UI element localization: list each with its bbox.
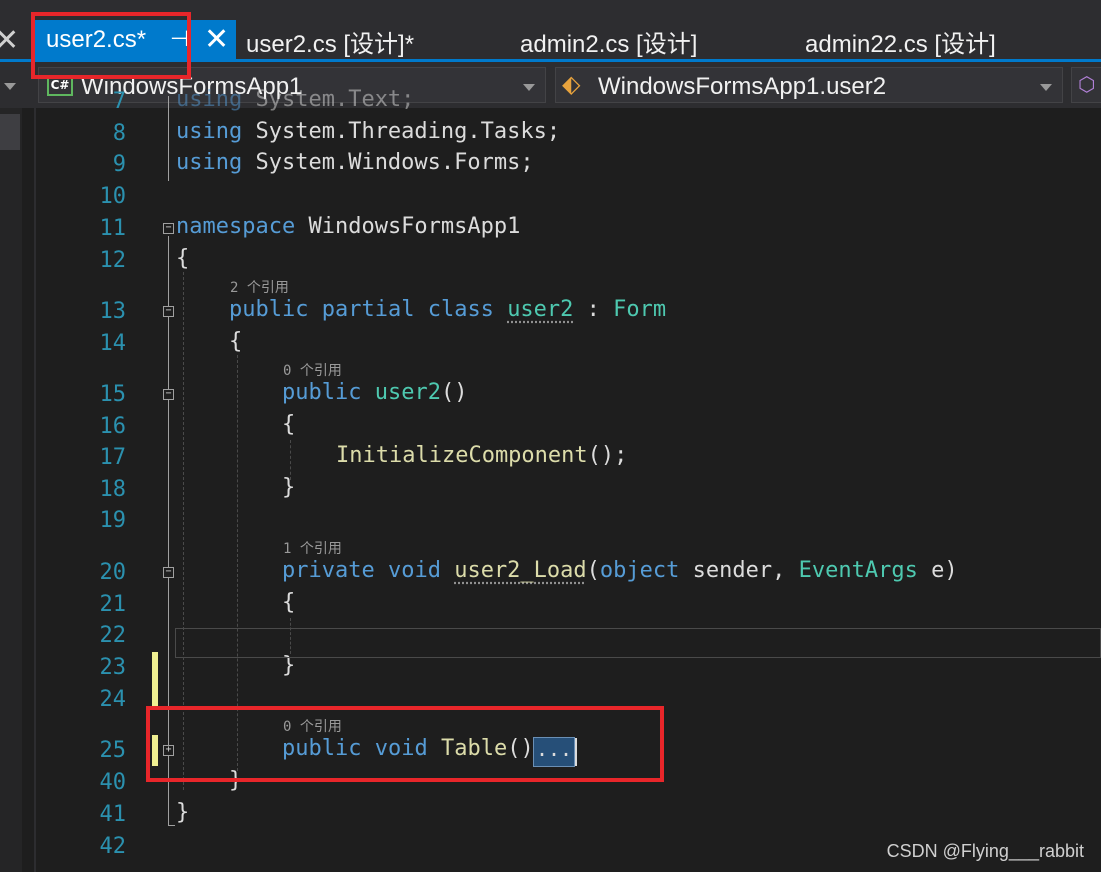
codelens-references[interactable]: 1 个引用 bbox=[283, 538, 342, 558]
line-number: 14 bbox=[99, 331, 127, 356]
line-number: 9 bbox=[112, 152, 126, 177]
side-panel-item[interactable] bbox=[0, 114, 20, 150]
chevron-down-icon bbox=[4, 83, 16, 90]
code-line: { bbox=[282, 412, 296, 437]
codelens-references[interactable]: 0 个引用 bbox=[283, 360, 342, 380]
tab-close-icon[interactable]: ✕ bbox=[204, 22, 229, 57]
code-line: public user2() bbox=[282, 380, 468, 405]
code-line: { bbox=[176, 246, 190, 271]
annotation-highlight-tab bbox=[31, 12, 191, 79]
collapse-icon[interactable]: − bbox=[163, 306, 174, 317]
code-line: private void user2_Load(object sender, E… bbox=[282, 558, 958, 583]
code-line: } bbox=[176, 800, 190, 825]
outline-line bbox=[168, 825, 175, 826]
line-number: 13 bbox=[99, 299, 127, 324]
collapse-icon[interactable]: − bbox=[163, 223, 174, 234]
change-indicator bbox=[152, 652, 158, 710]
tab-label: user2.cs [设计]* bbox=[246, 31, 415, 58]
line-number: 11 bbox=[99, 216, 127, 241]
line-number: 22 bbox=[99, 623, 127, 648]
line-number: 42 bbox=[99, 834, 127, 859]
chevron-down-icon bbox=[523, 84, 535, 91]
member-cube-icon: ⬡ bbox=[1078, 74, 1096, 96]
collapse-icon[interactable]: − bbox=[163, 567, 174, 578]
code-line: using System.Threading.Tasks; bbox=[176, 119, 561, 144]
line-number: 19 bbox=[99, 508, 127, 533]
class-icon: ⬖ bbox=[562, 71, 581, 98]
line-number: 8 bbox=[112, 121, 126, 146]
line-number: 23 bbox=[99, 655, 127, 680]
chevron-down-icon bbox=[1040, 84, 1052, 91]
code-line: namespace WindowsFormsApp1 bbox=[176, 214, 521, 239]
left-panel-dropdown[interactable] bbox=[0, 67, 22, 103]
tab-label: admin22.cs [设计] bbox=[805, 31, 996, 58]
line-number: 20 bbox=[99, 560, 127, 585]
code-line: public partial class user2 : Form bbox=[229, 297, 667, 322]
line-number: 40 bbox=[99, 770, 127, 795]
code-line: { bbox=[282, 590, 296, 615]
class-dropdown[interactable]: ⬖ WindowsFormsApp1.user2 bbox=[555, 67, 1063, 103]
line-number: 18 bbox=[99, 477, 127, 502]
code-line: using System.Windows.Forms; bbox=[176, 150, 534, 175]
line-number: 41 bbox=[99, 802, 127, 827]
outline-line bbox=[168, 96, 169, 181]
line-number: 12 bbox=[99, 248, 127, 273]
collapse-icon[interactable]: − bbox=[163, 389, 174, 400]
line-number: 15 bbox=[99, 382, 127, 407]
member-dropdown[interactable]: ⬡ bbox=[1071, 67, 1101, 103]
line-number: 7 bbox=[112, 89, 126, 114]
class-name: WindowsFormsApp1.user2 bbox=[598, 73, 887, 100]
collapsed-region-outline bbox=[175, 628, 1101, 658]
code-line: { bbox=[229, 329, 243, 354]
close-icon[interactable]: ✕ bbox=[0, 24, 19, 58]
line-number: 16 bbox=[99, 414, 127, 439]
code-line: } bbox=[282, 475, 296, 500]
line-number: 10 bbox=[99, 184, 127, 209]
tab-label: admin2.cs [设计] bbox=[520, 31, 698, 58]
line-number: 25 bbox=[99, 738, 127, 763]
watermark: CSDN @Flying___rabbit bbox=[886, 841, 1084, 861]
code-line: InitializeComponent(); bbox=[336, 443, 628, 468]
code-line: using System.Text; bbox=[176, 87, 415, 112]
annotation-highlight-method bbox=[146, 706, 664, 782]
side-panel bbox=[0, 108, 22, 872]
line-number: 17 bbox=[99, 445, 127, 470]
codelens-references[interactable]: 2 个引用 bbox=[230, 277, 289, 297]
line-number: 21 bbox=[99, 592, 127, 617]
line-number: 24 bbox=[99, 687, 127, 712]
